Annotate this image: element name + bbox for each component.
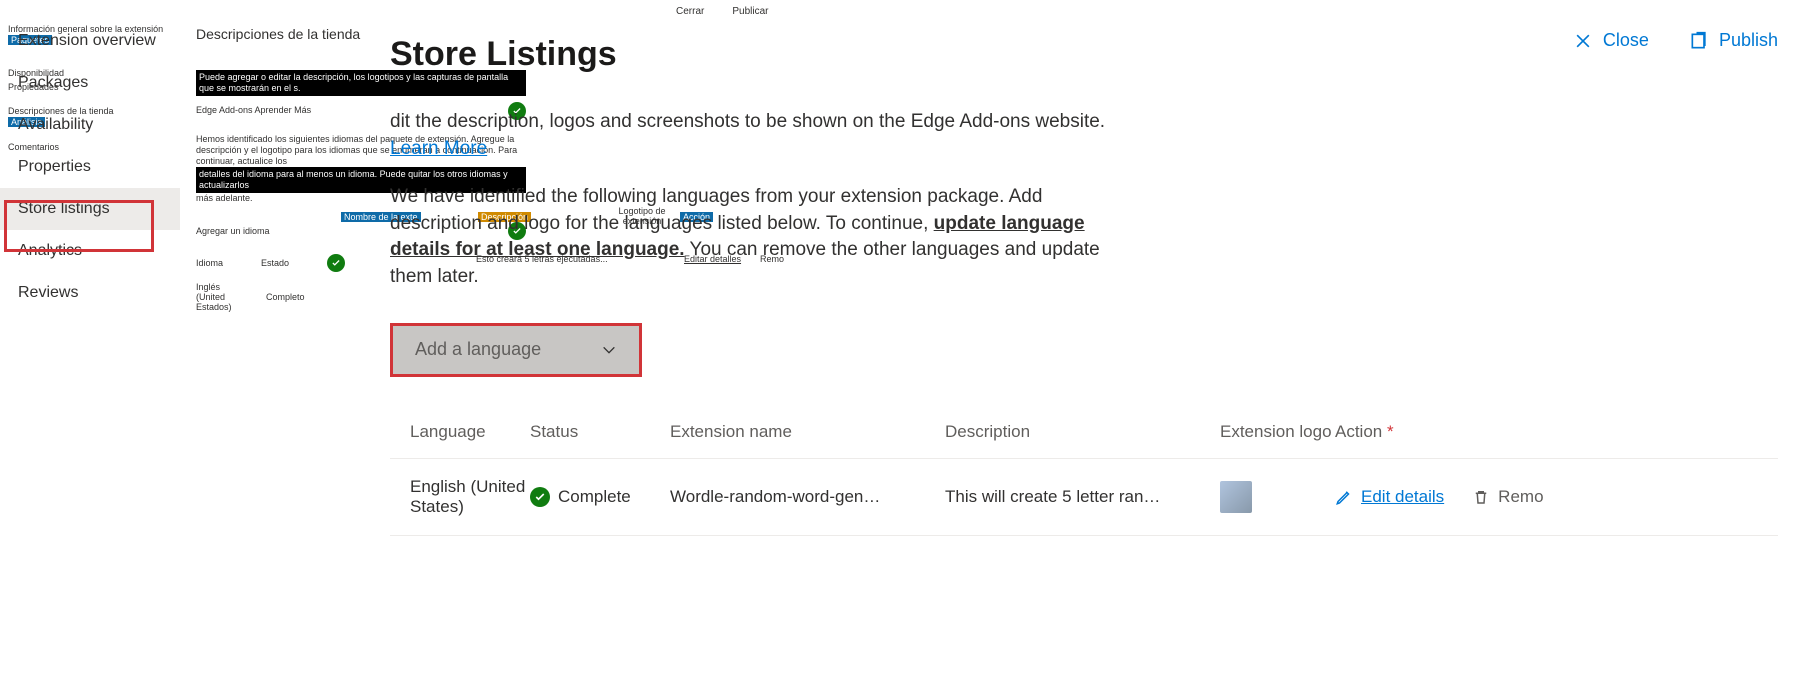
th-action-label: Action [1335, 422, 1382, 441]
cell-language: English (United States) [410, 477, 530, 517]
sidebar-item-availability[interactable]: Availability [0, 104, 180, 146]
add-language-label: Add a language [415, 339, 541, 360]
intro-text: dit the description, logos and screensho… [390, 111, 1105, 132]
intro-paragraph: dit the description, logos and screensho… [390, 109, 1130, 162]
languages-table: Language Status Extension name Descripti… [390, 422, 1778, 536]
pencil-icon [1335, 488, 1353, 506]
th-ext-logo: Extension logo [1220, 422, 1335, 442]
remove-link[interactable]: Remo [1472, 487, 1543, 507]
sidebar-item-store-listings[interactable]: Store listings [0, 188, 180, 230]
cell-logo [1220, 481, 1335, 513]
sidebar-item-reviews[interactable]: Reviews [0, 272, 180, 314]
add-language-dropdown[interactable]: Add a language [390, 323, 642, 377]
sidebar-item-properties[interactable]: Properties [0, 146, 180, 188]
th-status: Status [530, 422, 670, 442]
learn-more-link[interactable]: Learn More [390, 138, 487, 159]
edit-details-label: Edit details [1361, 487, 1444, 507]
check-icon [530, 487, 550, 507]
th-language: Language [410, 422, 530, 442]
cell-status: Complete [530, 487, 670, 507]
th-description: Description [945, 422, 1220, 442]
page-title: Store Listings [390, 35, 1778, 74]
table-row: English (United States) Complete Wordle-… [390, 459, 1778, 536]
table-header: Language Status Extension name Descripti… [390, 422, 1778, 459]
remove-label: Remo [1498, 487, 1543, 507]
sidebar-item-analytics[interactable]: Analytics [0, 230, 180, 272]
chevron-down-icon [601, 342, 617, 358]
cell-description: This will create 5 letter ran… [945, 487, 1220, 507]
required-asterisk: * [1387, 422, 1394, 441]
cell-ext-name: Wordle-random-word-gen… [670, 487, 945, 507]
languages-paragraph: We have identified the following languag… [390, 184, 1130, 290]
sidebar: Extension overview Packages Availability… [0, 20, 180, 314]
trash-icon [1472, 488, 1490, 506]
status-text: Complete [558, 487, 631, 507]
extension-logo-thumb [1220, 481, 1252, 513]
edit-details-link[interactable]: Edit details [1335, 487, 1444, 507]
sidebar-item-overview[interactable]: Extension overview [0, 20, 180, 62]
th-ext-name: Extension name [670, 422, 945, 442]
sidebar-item-packages[interactable]: Packages [0, 62, 180, 104]
th-action: Action * [1335, 422, 1778, 442]
